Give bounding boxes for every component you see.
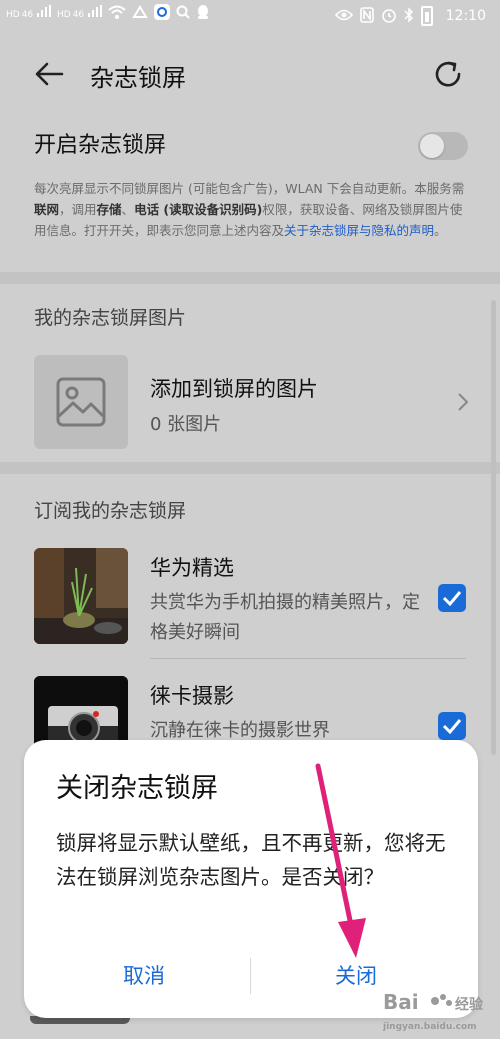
toggle-label: 开启杂志锁屏 <box>34 133 167 158</box>
bluetooth-icon <box>404 6 414 26</box>
refresh-icon <box>435 61 461 87</box>
app-header: 杂志锁屏 <box>0 50 500 98</box>
added-pictures-item[interactable]: 添加到锁屏的图片 0 张图片 <box>34 355 474 451</box>
subscriptions-section-title: 订阅我的杂志锁屏 <box>34 500 187 522</box>
privacy-statement-link[interactable]: 关于杂志锁屏与隐私的声明 <box>284 223 434 238</box>
back-arrow-icon <box>35 62 64 86</box>
subscription-title: 徕卡摄影 <box>150 684 234 708</box>
row-divider <box>150 658 466 659</box>
network-label: HD <box>6 10 20 20</box>
scrollbar[interactable] <box>491 300 496 755</box>
alarm-icon <box>381 7 397 26</box>
svg-text:jingyan.baidu.com: jingyan.baidu.com <box>383 1022 477 1032</box>
my-pictures-section-title: 我的杂志锁屏图片 <box>34 307 187 329</box>
subscription-title: 华为精选 <box>150 556 234 580</box>
button-divider <box>250 958 251 994</box>
eye-icon <box>334 9 353 24</box>
dialog-title: 关闭杂志锁屏 <box>56 773 218 804</box>
checkmark-icon <box>442 719 462 734</box>
subscription-checkbox[interactable] <box>438 712 466 740</box>
back-button[interactable] <box>32 56 68 92</box>
album-count: 0 张图片 <box>150 414 222 435</box>
section-divider <box>0 462 500 474</box>
close-magazine-lock-dialog: 关闭杂志锁屏 锁屏将显示默认壁纸，且不再更新，您将无法在锁屏浏览杂志图片。是否关… <box>24 740 478 1018</box>
svg-text:Bai: Bai <box>383 990 419 1014</box>
qq-icon <box>196 4 210 23</box>
magazine-lock-toggle[interactable] <box>418 132 468 160</box>
nfc-icon <box>359 6 374 26</box>
signal-label: 46 <box>21 10 34 20</box>
picture-placeholder <box>34 355 128 449</box>
image-icon <box>56 377 106 427</box>
search-icon <box>176 5 190 22</box>
chevron-right-icon <box>458 393 469 411</box>
svg-text:经验: 经验 <box>455 996 483 1013</box>
baidu-watermark-logo: Bai 经验 jingyan.baidu.com <box>383 990 483 1032</box>
subscription-description: 共赏华为手机拍摄的精美照片，定格美好瞬间 <box>150 592 420 643</box>
status-time: 12:10 <box>445 8 486 24</box>
desc-text: ，调用 <box>59 202 97 217</box>
desc-bold: 联网 <box>34 202 60 217</box>
status-bar-left: HD 46 HD 46 <box>6 4 210 23</box>
desc-text: 、 <box>121 202 135 217</box>
cancel-button[interactable]: 取消 <box>44 960 244 990</box>
section-divider <box>0 272 500 284</box>
wifi-icon <box>108 5 126 22</box>
desc-bold: 电话 (读取设备识别码) <box>134 202 263 217</box>
service-description: 每次亮屏显示不同锁屏图片 (可能包含广告)，WLAN 下会自动更新。本服务需联网… <box>34 178 468 241</box>
checkmark-icon <box>442 591 462 606</box>
subscription-checkbox[interactable] <box>438 584 466 612</box>
app-notification-icon <box>153 4 170 23</box>
network-label: HD <box>56 10 71 20</box>
status-bar-right: 12:10 <box>334 6 486 26</box>
dialog-message: 锁屏将显示默认壁纸，且不再更新，您将无法在锁屏浏览杂志图片。是否关闭？ <box>56 831 446 889</box>
enable-magazine-lock-row: 开启杂志锁屏 <box>34 128 474 168</box>
refresh-button[interactable] <box>430 56 466 92</box>
notification-icon <box>132 5 148 22</box>
huawei-selection-thumbnail <box>34 548 128 644</box>
desc-text: 每次亮屏显示不同锁屏图片 (可能包含广告)，WLAN 下会自动更新。本服务需 <box>34 181 465 196</box>
page-title: 杂志锁屏 <box>90 64 186 92</box>
album-title: 添加到锁屏的图片 <box>150 377 318 401</box>
signal-label: 46 <box>72 10 85 20</box>
status-bar: HD 46 HD 46 12:10 <box>0 0 500 36</box>
desc-bold: 存储 <box>96 202 122 217</box>
signal-icon: HD 46 <box>6 5 51 22</box>
subscription-item[interactable]: 华为精选 共赏华为手机拍摄的精美照片，定格美好瞬间 <box>34 548 474 648</box>
battery-icon <box>420 6 433 26</box>
signal-icon: HD 46 <box>57 5 102 22</box>
toggle-knob <box>420 134 444 158</box>
desc-text: 。 <box>434 223 447 238</box>
